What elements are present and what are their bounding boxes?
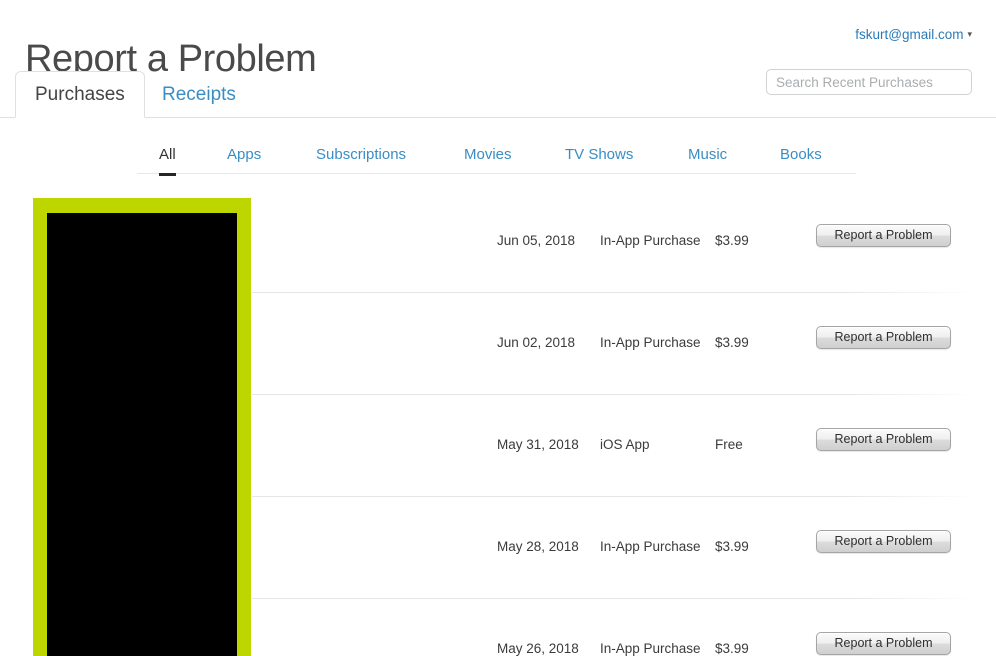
report-a-problem-button[interactable]: Report a Problem	[816, 428, 951, 451]
row-divider	[252, 496, 976, 497]
purchase-kind: In-App Purchase	[600, 539, 701, 554]
tab-purchases[interactable]: Purchases	[15, 71, 145, 118]
report-a-problem-button[interactable]: Report a Problem	[816, 326, 951, 349]
chevron-down-icon: ▾	[967, 29, 972, 39]
row-divider	[252, 598, 976, 599]
category-music[interactable]: Music	[688, 140, 727, 173]
purchase-price: $3.99	[715, 233, 749, 248]
purchase-price: Free	[715, 437, 743, 452]
tab-receipts-label: Receipts	[162, 84, 236, 105]
purchase-price: $3.99	[715, 641, 749, 656]
purchase-price: $3.99	[715, 335, 749, 350]
purchase-price: $3.99	[715, 539, 749, 554]
account-email-label: fskurt@gmail.com	[855, 27, 964, 42]
account-menu[interactable]: fskurt@gmail.com ▾	[855, 27, 972, 42]
purchase-kind: iOS App	[600, 437, 650, 452]
row-divider	[252, 292, 976, 293]
category-subscriptions[interactable]: Subscriptions	[316, 140, 406, 173]
purchase-date: May 26, 2018	[497, 641, 579, 656]
purchase-kind: In-App Purchase	[600, 641, 701, 656]
category-tv-shows[interactable]: TV Shows	[565, 140, 633, 173]
category-nav: All Apps Subscriptions Movies TV Shows M…	[137, 140, 856, 176]
purchase-date: Jun 05, 2018	[497, 233, 576, 248]
category-all[interactable]: All	[159, 140, 176, 176]
purchase-kind: In-App Purchase	[600, 335, 701, 350]
purchase-date: May 31, 2018	[497, 437, 579, 452]
purchase-kind: In-App Purchase	[600, 233, 701, 248]
category-books[interactable]: Books	[780, 140, 822, 173]
row-divider	[252, 394, 976, 395]
redaction-black-fill	[47, 213, 237, 656]
report-a-problem-button[interactable]: Report a Problem	[816, 530, 951, 553]
tab-receipts[interactable]: Receipts	[142, 71, 256, 118]
report-a-problem-button[interactable]: Report a Problem	[816, 632, 951, 655]
purchase-date: May 28, 2018	[497, 539, 579, 554]
category-movies[interactable]: Movies	[464, 140, 512, 173]
tab-purchases-label: Purchases	[35, 84, 125, 105]
purchase-date: Jun 02, 2018	[497, 335, 576, 350]
category-apps[interactable]: Apps	[227, 140, 261, 173]
report-a-problem-button[interactable]: Report a Problem	[816, 224, 951, 247]
main-tabbar: Purchases Receipts	[0, 71, 996, 118]
report-a-problem-page: Report a Problem fskurt@gmail.com▾ Purch…	[0, 0, 996, 656]
redaction-highlight-box	[33, 198, 251, 656]
